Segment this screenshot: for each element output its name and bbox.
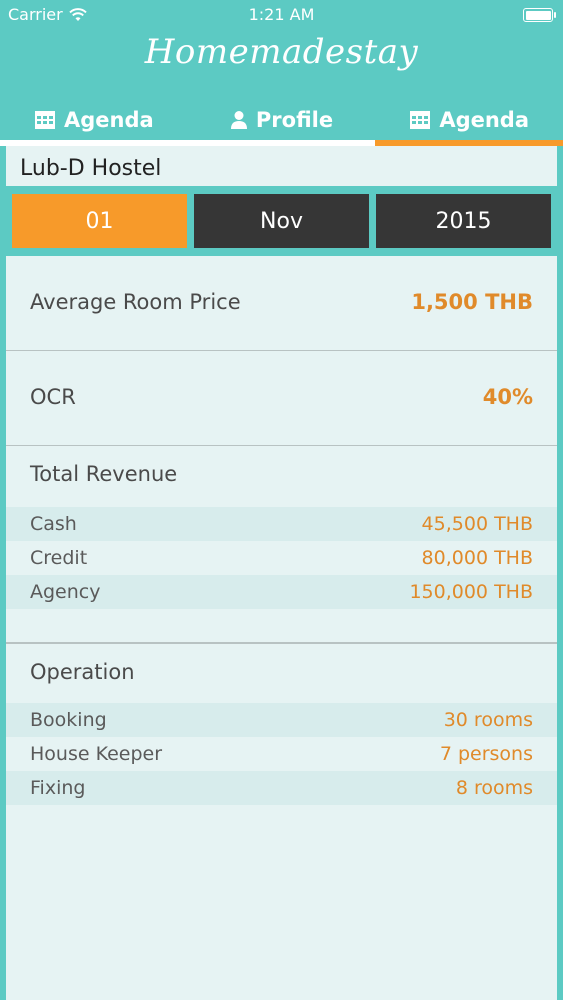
ocr-value: 40% [482, 385, 533, 409]
status-bar: Carrier 1:21 AM [0, 0, 563, 30]
revenue-item-credit: Credit 80,000 THB [6, 541, 557, 575]
average-room-price-label: Average Room Price [30, 290, 241, 314]
revenue-item-agency: Agency 150,000 THB [6, 575, 557, 609]
battery-level [525, 10, 551, 20]
operation-item-label: Booking [30, 709, 107, 731]
operation-item-value: 7 persons [439, 743, 533, 765]
year-selector[interactable]: 2015 [376, 194, 551, 248]
day-selector[interactable]: 01 [12, 194, 187, 248]
operation-item-value: 30 rooms [443, 709, 533, 731]
tab-agenda-2[interactable]: Agenda [375, 100, 563, 140]
report-panel: Lub-D Hostel 01 Nov 2015 Average Room Pr… [6, 146, 557, 1000]
tab-label: Profile [255, 108, 334, 132]
revenue-item-value: 45,500 THB [421, 513, 533, 535]
revenue-item-label: Cash [30, 513, 77, 535]
revenue-item-label: Credit [30, 547, 88, 569]
tab-profile[interactable]: Profile [188, 100, 376, 140]
operation-item-house-keeper: House Keeper 7 persons [6, 737, 557, 771]
operation-item-booking: Booking 30 rooms [6, 703, 557, 737]
operation-item-label: Fixing [30, 777, 86, 799]
average-room-price-value: 1,500 THB [411, 290, 533, 314]
revenue-item-value: 150,000 THB [409, 581, 533, 603]
app-logo: Homemadestay [144, 32, 419, 72]
revenue-title: Total Revenue [30, 462, 178, 486]
tab-label: Agenda [63, 108, 154, 132]
tab-bar: Agenda Profile Agenda [0, 100, 563, 140]
revenue-item-label: Agency [30, 581, 101, 603]
person-icon [230, 110, 248, 130]
battery-icon [523, 8, 556, 22]
app-header: Carrier 1:21 AM Homemadestay Agenda Prof… [0, 0, 563, 140]
ocr-label: OCR [30, 385, 76, 409]
operation-item-fixing: Fixing 8 rooms [6, 771, 557, 805]
revenue-item-cash: Cash 45,500 THB [6, 507, 557, 541]
operation-title: Operation [30, 660, 135, 684]
tab-agenda-1[interactable]: Agenda [0, 100, 188, 140]
revenue-section: Total Revenue Cash 45,500 THB Credit 80,… [6, 446, 557, 644]
calendar-icon [34, 110, 56, 130]
date-picker: 01 Nov 2015 [6, 186, 557, 256]
clock: 1:21 AM [248, 5, 315, 24]
tab-label: Agenda [439, 108, 530, 132]
operation-item-value: 8 rooms [455, 777, 533, 799]
month-selector[interactable]: Nov [194, 194, 369, 248]
average-room-price-row: Average Room Price 1,500 THB [6, 256, 557, 351]
hostel-name: Lub-D Hostel [20, 156, 162, 181]
ocr-row: OCR 40% [6, 351, 557, 446]
operation-section: Operation Booking 30 rooms House Keeper … [6, 644, 557, 844]
revenue-item-value: 80,000 THB [421, 547, 533, 569]
calendar-icon [409, 110, 431, 130]
operation-item-label: House Keeper [30, 743, 163, 765]
